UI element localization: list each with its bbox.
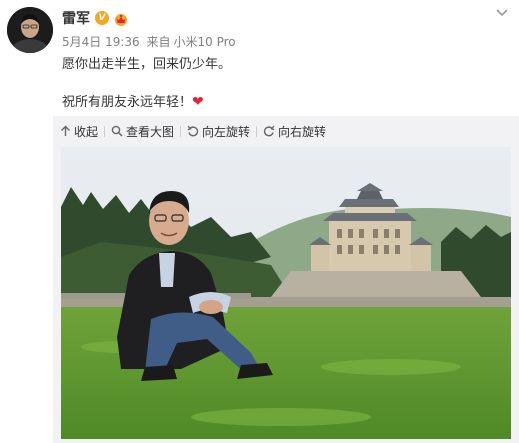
user-line: 雷军 V <box>62 9 236 27</box>
rotate-right-button[interactable]: 向右旋转 <box>263 123 326 140</box>
username[interactable]: 雷军 <box>62 8 90 28</box>
post-text-line-2: 祝所有朋友永远年轻！❤ <box>62 93 231 112</box>
verified-badge: V <box>95 11 109 25</box>
view-large-button[interactable]: 查看大图 <box>111 123 174 140</box>
post-text-line-2-content: 祝所有朋友永远年轻！ <box>62 95 193 110</box>
rotate-left-label: 向左旋转 <box>202 124 251 139</box>
post-text-line-1: 愿你出走半生，回来仍少年。 <box>62 57 232 72</box>
search-icon <box>111 125 123 137</box>
post-text-spacer <box>62 74 231 93</box>
toolbar-divider <box>104 125 106 137</box>
arrow-up-icon <box>61 125 70 136</box>
avatar-portrait <box>7 7 53 53</box>
post-device[interactable]: 小米10 Pro <box>174 35 236 49</box>
heart-emoji: ❤ <box>192 94 204 110</box>
weibo-post: 雷军 V 5月4日 19:36 来自 小米10 Pro 愿你出走半生，回来仍少年。… <box>0 0 519 443</box>
toolbar-divider <box>256 125 258 137</box>
post-text: 愿你出走半生，回来仍少年。 祝所有朋友永远年轻！❤ <box>62 55 231 112</box>
source-prefix: 来自 <box>146 35 171 49</box>
rotate-left-button[interactable]: 向左旋转 <box>187 123 250 140</box>
post-header: 雷军 V 5月4日 19:36 来自 小米10 Pro <box>62 9 236 50</box>
collapse-label: 收起 <box>74 124 99 139</box>
toolbar-divider <box>180 125 182 137</box>
post-photo[interactable] <box>61 147 511 439</box>
photo-scene <box>61 147 511 439</box>
chevron-down-icon[interactable] <box>495 8 509 18</box>
media-toolbar: 收起 查看大图 向左旋转 向右旋转 <box>60 123 326 139</box>
view-large-label: 查看大图 <box>126 124 175 139</box>
post-date[interactable]: 5月4日 19:36 <box>62 35 140 49</box>
collapse-button[interactable]: 收起 <box>60 123 98 140</box>
post-meta: 5月4日 19:36 来自 小米10 Pro <box>62 33 236 50</box>
rotate-right-label: 向右旋转 <box>278 124 327 139</box>
rotate-left-icon <box>187 125 199 137</box>
rotate-right-icon <box>263 125 275 137</box>
crown-icon <box>113 11 129 26</box>
avatar[interactable] <box>7 7 53 53</box>
